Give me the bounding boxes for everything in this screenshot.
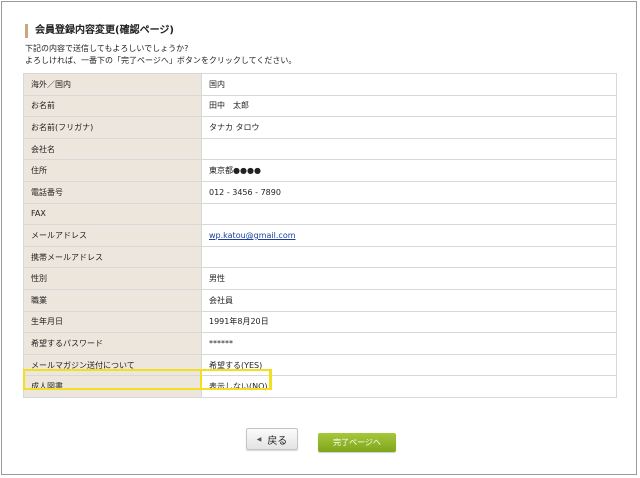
- complete-button[interactable]: 完了ページへ: [318, 433, 396, 452]
- row-label: 電話番号: [23, 180, 202, 204]
- row-label: 会社名: [23, 137, 202, 161]
- table-row-country: 海外／国内 国内: [23, 73, 617, 96]
- row-value: [201, 137, 617, 161]
- row-value: 会社員: [201, 288, 617, 312]
- row-label: 希望するパスワード: [23, 332, 202, 355]
- page-title: 会員登録内容変更(確認ページ): [25, 24, 174, 38]
- row-value: [201, 202, 617, 226]
- confirmation-table: 海外／国内 国内 お名前 田中 太郎 お名前(フリガナ) タナカ タロウ 会社名…: [23, 73, 617, 398]
- table-row-occupation: 職業 会社員: [23, 288, 617, 312]
- row-label: 携帯メールアドレス: [23, 245, 202, 269]
- row-label: 性別: [23, 267, 202, 290]
- row-value: 表示しない(NO): [201, 375, 617, 398]
- row-label: メールマガジン送付について: [23, 353, 202, 377]
- row-label: お名前(フリガナ): [23, 116, 202, 139]
- row-label: 海外／国内: [23, 73, 202, 96]
- row-value: ******: [201, 332, 617, 355]
- row-label: 生年月日: [23, 310, 202, 334]
- table-row-mobile-email: 携帯メールアドレス: [23, 245, 617, 269]
- table-row-adult-books: 成人図書 表示しない(NO): [23, 375, 617, 398]
- table-row-password: 希望するパスワード ******: [23, 332, 617, 355]
- table-row-gender: 性別 男性: [23, 267, 617, 290]
- email-link[interactable]: wp.katou@gmail.com: [209, 231, 296, 240]
- row-label: メールアドレス: [23, 224, 202, 247]
- table-row-birthdate: 生年月日 1991年8月20日: [23, 310, 617, 334]
- table-row-address: 住所 東京都●●●●: [23, 159, 617, 182]
- complete-button-label: 完了ページへ: [333, 438, 381, 447]
- table-row-fax: FAX: [23, 202, 617, 226]
- row-value: 田中 太郎: [201, 94, 617, 118]
- row-label: お名前: [23, 94, 202, 118]
- row-value: 国内: [201, 73, 617, 96]
- back-button-label: 戻る: [267, 435, 288, 447]
- row-label: 職業: [23, 288, 202, 312]
- back-button[interactable]: ◀ 戻る: [246, 428, 298, 450]
- row-label: 成人図書: [23, 375, 202, 398]
- intro-text: 下記の内容で送信してもよろしいでしょうか? よろしければ、一番下の「完了ページへ…: [25, 43, 296, 66]
- intro-line-1: 下記の内容で送信してもよろしいでしょうか?: [25, 44, 189, 53]
- row-value: 東京都●●●●: [201, 159, 617, 182]
- row-value: 希望する(YES): [201, 353, 617, 377]
- intro-line-2: よろしければ、一番下の「完了ページへ」ボタンをクリックしてください。: [25, 55, 297, 65]
- table-row-newsletter: メールマガジン送付について 希望する(YES): [23, 353, 617, 377]
- row-value: [201, 245, 617, 269]
- triangle-left-icon: ◀: [256, 435, 262, 443]
- table-row-company: 会社名: [23, 137, 617, 161]
- row-label: FAX: [23, 202, 202, 226]
- table-row-phone: 電話番号 012 - 3456 - 7890: [23, 180, 617, 204]
- table-row-name-kana: お名前(フリガナ) タナカ タロウ: [23, 116, 617, 139]
- row-value: 1991年8月20日: [201, 310, 617, 334]
- row-value: 012 - 3456 - 7890: [201, 180, 617, 204]
- table-row-email: メールアドレス wp.katou@gmail.com: [23, 224, 617, 247]
- row-label: 住所: [23, 159, 202, 182]
- row-value: wp.katou@gmail.com: [201, 224, 617, 247]
- row-value: 男性: [201, 267, 617, 290]
- row-value: タナカ タロウ: [201, 116, 617, 139]
- table-row-name: お名前 田中 太郎: [23, 94, 617, 118]
